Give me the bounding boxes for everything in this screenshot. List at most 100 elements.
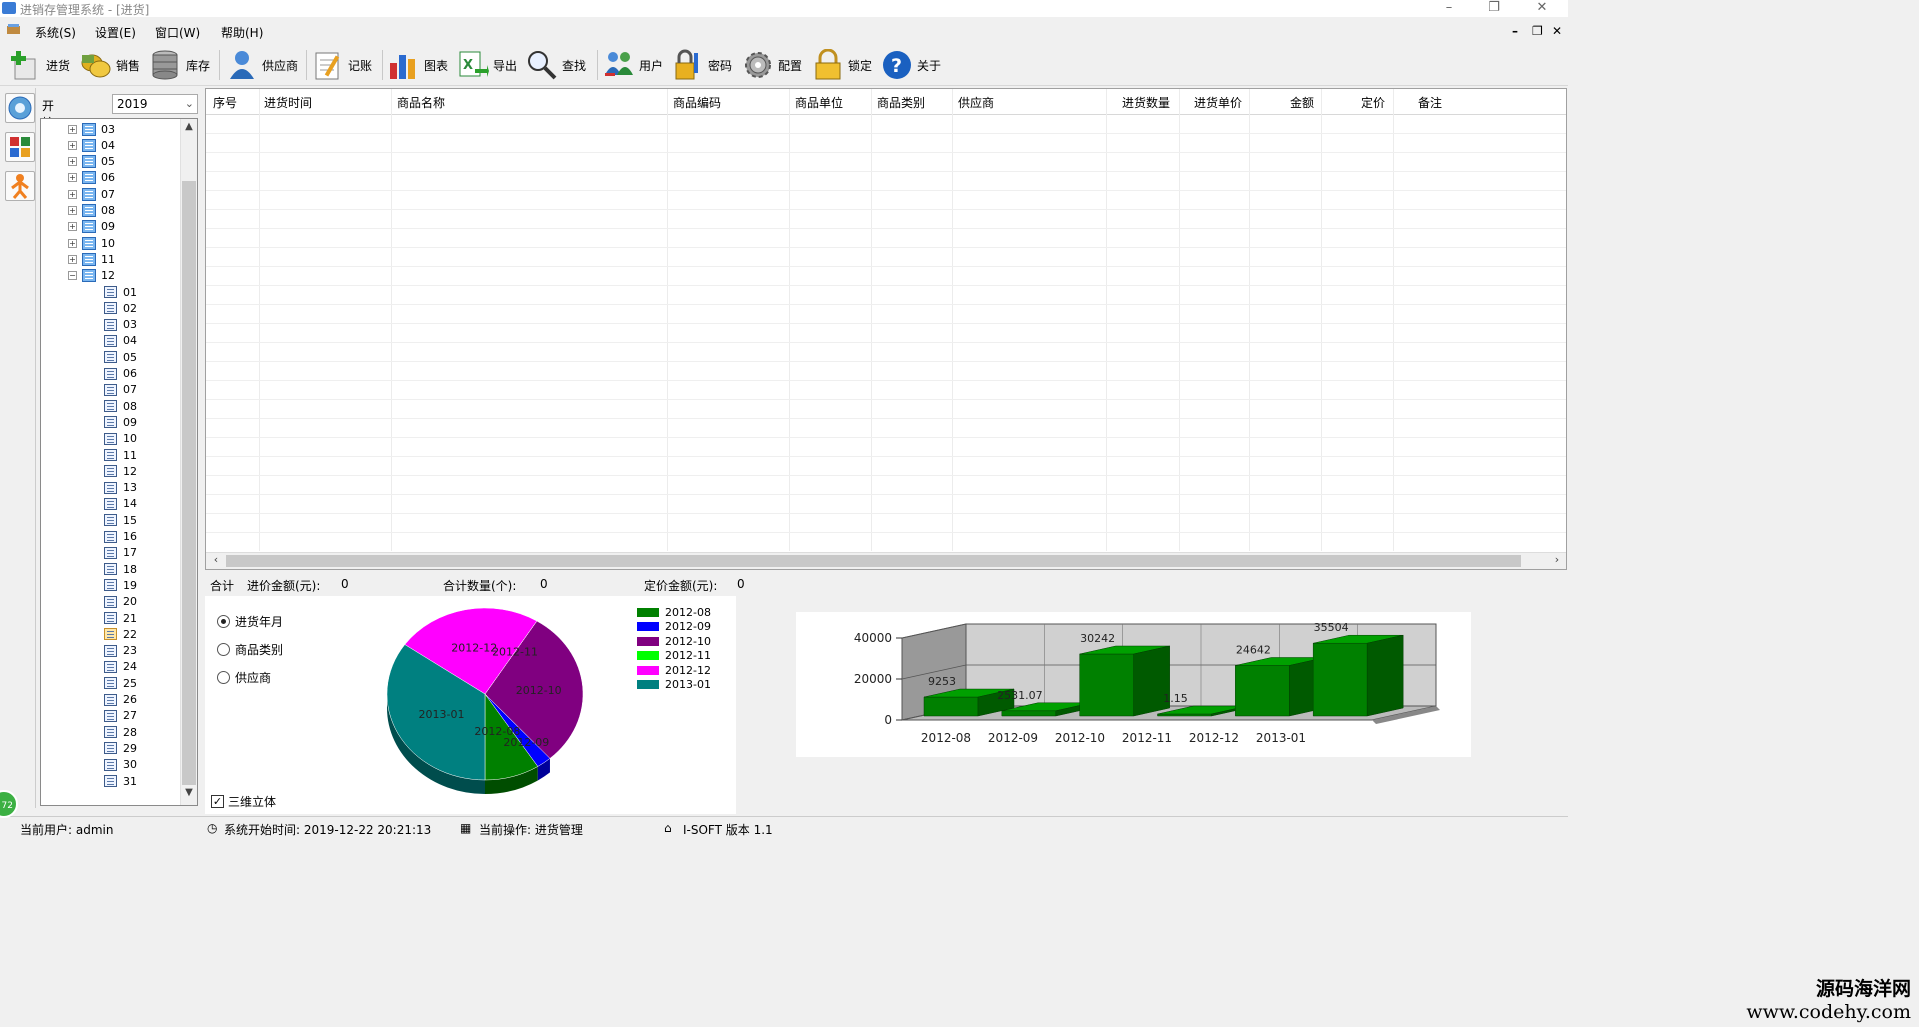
tree-day-node[interactable]: 17 bbox=[104, 545, 137, 561]
app-menu-icon[interactable] bbox=[6, 23, 22, 40]
tree-day-node[interactable]: 05 bbox=[104, 349, 137, 365]
tree-day-node[interactable]: 03 bbox=[104, 317, 137, 333]
tree-day-node[interactable]: 08 bbox=[104, 398, 137, 414]
toolbar-inventory-button[interactable]: 库存 bbox=[150, 48, 210, 82]
tree-day-node[interactable]: 20 bbox=[104, 594, 137, 610]
grid-hscrollbar[interactable]: ‹ › bbox=[206, 552, 1566, 569]
tree-day-node[interactable]: 11 bbox=[104, 447, 137, 463]
column-header[interactable]: 进货单价 bbox=[1194, 94, 1242, 111]
column-divider[interactable] bbox=[1321, 89, 1322, 551]
radio-circle[interactable] bbox=[217, 671, 230, 684]
toolbar-chart-button[interactable]: 图表 bbox=[388, 48, 448, 82]
tree-day-node[interactable]: 19 bbox=[104, 577, 137, 593]
column-header[interactable]: 序号 bbox=[213, 94, 237, 111]
tree-month-node[interactable]: +08 bbox=[68, 203, 115, 219]
tree-day-node[interactable]: 07 bbox=[104, 382, 137, 398]
expand-icon[interactable]: + bbox=[68, 157, 77, 167]
tree-month-node[interactable]: +05 bbox=[68, 154, 115, 170]
column-header[interactable]: 商品名称 bbox=[397, 94, 445, 111]
toolbar-supplier-button[interactable]: 供应商 bbox=[226, 48, 298, 82]
column-divider[interactable] bbox=[1106, 89, 1107, 551]
expand-icon[interactable]: + bbox=[68, 238, 77, 248]
minimize-window-button[interactable]: – bbox=[1434, 0, 1464, 17]
expand-icon[interactable]: + bbox=[68, 173, 77, 183]
tree-day-node[interactable]: 22 bbox=[104, 626, 137, 642]
tree-month-node[interactable]: +04 bbox=[68, 137, 115, 153]
tree-scrollbar[interactable]: ▲ ▼ bbox=[180, 119, 197, 805]
tree-day-node[interactable]: 28 bbox=[104, 724, 137, 740]
toolbar-export-button[interactable]: X 导出 bbox=[457, 48, 517, 82]
menu-help[interactable]: 帮助(H) bbox=[221, 24, 263, 41]
tree-day-node[interactable]: 01 bbox=[104, 284, 137, 300]
menu-settings[interactable]: 设置(E) bbox=[95, 24, 136, 41]
toolbar-lock-button[interactable]: 锁定 bbox=[812, 48, 872, 82]
menu-window[interactable]: 窗口(W) bbox=[155, 24, 200, 41]
expand-icon[interactable]: + bbox=[68, 140, 77, 150]
column-header[interactable]: 进货数量 bbox=[1122, 94, 1170, 111]
tree-day-node[interactable]: 18 bbox=[104, 561, 137, 577]
column-header[interactable]: 商品单位 bbox=[795, 94, 843, 111]
tree-month-node[interactable]: +11 bbox=[68, 251, 115, 267]
tree-month-node[interactable]: − 12 bbox=[68, 268, 115, 284]
tree-day-node[interactable]: 26 bbox=[104, 692, 137, 708]
column-header[interactable]: 备注 bbox=[1418, 94, 1442, 111]
tree-month-node[interactable]: +07 bbox=[68, 186, 115, 202]
expand-icon[interactable]: + bbox=[68, 254, 77, 264]
column-divider[interactable] bbox=[391, 89, 392, 551]
tree-day-node[interactable]: 14 bbox=[104, 496, 137, 512]
scroll-right-icon[interactable]: › bbox=[1549, 553, 1565, 566]
radio-circle[interactable] bbox=[217, 615, 230, 628]
mdi-restore-button[interactable]: ❐ bbox=[1532, 24, 1543, 38]
radio-by-category[interactable]: 商品类别 bbox=[217, 641, 283, 658]
tree-day-node[interactable]: 24 bbox=[104, 659, 137, 675]
column-divider[interactable] bbox=[789, 89, 790, 551]
toolbar-purchase-button[interactable]: 进货 bbox=[10, 48, 70, 82]
column-header[interactable]: 定价 bbox=[1361, 94, 1385, 111]
grid-scroll-thumb[interactable] bbox=[226, 555, 1521, 567]
tree-day-node[interactable]: 10 bbox=[104, 431, 137, 447]
nav-person-button[interactable] bbox=[5, 171, 35, 201]
column-divider[interactable] bbox=[259, 89, 260, 551]
tree-day-node[interactable]: 30 bbox=[104, 757, 137, 773]
radio-circle[interactable] bbox=[217, 643, 230, 656]
tree-day-node[interactable]: 06 bbox=[104, 366, 137, 382]
tree-day-node[interactable]: 12 bbox=[104, 463, 137, 479]
expand-icon[interactable]: + bbox=[68, 206, 77, 215]
toolbar-config-button[interactable]: 配置 bbox=[742, 48, 802, 82]
column-header[interactable]: 商品类别 bbox=[877, 94, 925, 111]
toolbar-users-button[interactable]: 用户 bbox=[603, 48, 663, 82]
tree-day-node[interactable]: 25 bbox=[104, 675, 137, 691]
tree-day-node[interactable]: 13 bbox=[104, 480, 137, 496]
tree-day-node[interactable]: 09 bbox=[104, 414, 137, 430]
column-header[interactable]: 商品编码 bbox=[673, 94, 721, 111]
tree-day-node[interactable]: 02 bbox=[104, 300, 137, 316]
restore-window-button[interactable]: ❐ bbox=[1479, 0, 1509, 17]
radio-by-month[interactable]: 进货年月 bbox=[217, 613, 283, 630]
nav-compass-button[interactable] bbox=[5, 93, 35, 123]
tree-day-node[interactable]: 15 bbox=[104, 512, 137, 528]
tree-day-node[interactable]: 31 bbox=[104, 773, 137, 789]
collapse-icon[interactable]: − bbox=[68, 271, 77, 281]
column-divider[interactable] bbox=[952, 89, 953, 551]
three-d-checkbox[interactable]: ✓ 三维立体 bbox=[211, 793, 276, 810]
nav-dashboard-button[interactable] bbox=[5, 132, 35, 162]
tree-day-node[interactable]: 16 bbox=[104, 529, 137, 545]
tree-day-node[interactable]: 29 bbox=[104, 740, 137, 756]
scroll-left-icon[interactable]: ‹ bbox=[208, 553, 224, 566]
scroll-up-icon[interactable]: ▲ bbox=[181, 121, 197, 137]
mdi-close-button[interactable]: ✕ bbox=[1552, 24, 1562, 38]
tree-month-node[interactable]: +09 bbox=[68, 219, 115, 235]
toolbar-find-button[interactable]: 查找 bbox=[526, 48, 586, 82]
tree-month-node[interactable]: +10 bbox=[68, 235, 115, 251]
year-select[interactable]: 2019 ⌄ bbox=[112, 94, 198, 114]
column-divider[interactable] bbox=[1249, 89, 1250, 551]
toolbar-about-button[interactable]: ? 关于 bbox=[881, 48, 941, 82]
checkbox-box[interactable]: ✓ bbox=[211, 795, 224, 808]
tree-day-node[interactable]: 23 bbox=[104, 643, 137, 659]
column-header[interactable]: 供应商 bbox=[958, 94, 994, 111]
expand-icon[interactable]: + bbox=[68, 222, 77, 232]
column-divider[interactable] bbox=[871, 89, 872, 551]
tree-scroll-thumb[interactable] bbox=[182, 181, 196, 785]
menu-system[interactable]: 系统(S) bbox=[35, 24, 76, 41]
toolbar-accounting-button[interactable]: 记账 bbox=[312, 48, 372, 82]
